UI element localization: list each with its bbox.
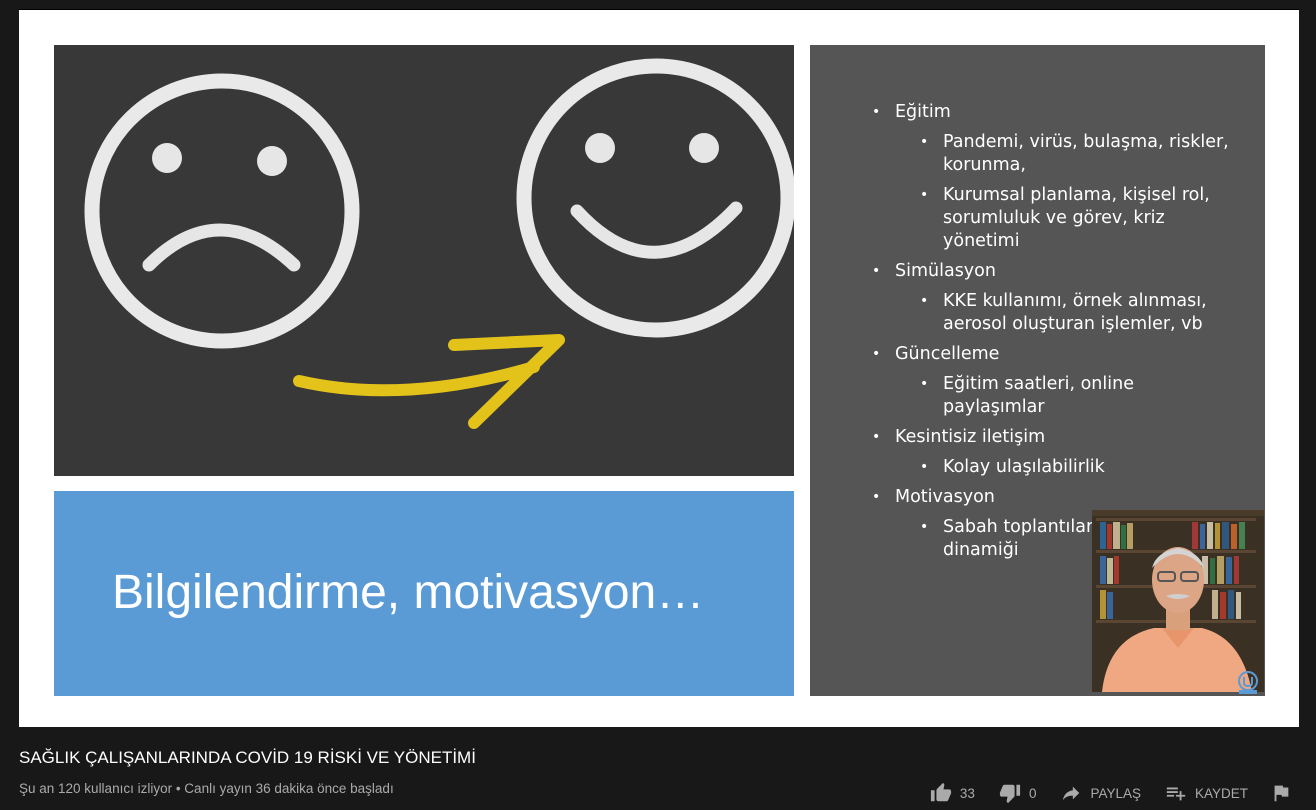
top-bar [0,0,1316,8]
presentation-slide: Bilgilendirme, motivasyon… Eğitim Pandem… [19,10,1299,727]
dislike-button[interactable]: 0 [999,782,1037,804]
like-button[interactable]: 33 [930,782,975,804]
share-arrow-icon [1063,786,1080,801]
sub-bullet-item: KKE kullanımı, örnek alınması, aerosol o… [872,290,1232,336]
bullet-list: Eğitim Pandemi, virüs, bulaşma, riskler,… [872,101,1232,569]
slide-caption: Bilgilendirme, motivasyon… [112,566,705,619]
video-title: SAĞLIK ÇALIŞANLARINDA COVİD 19 RİSKİ VE … [19,748,476,767]
presenter-webcam [1092,510,1264,692]
bullet-item: Güncelleme [872,343,1232,366]
sub-bullet-item: Pandemi, virüs, bulaşma, riskler, korunm… [872,131,1232,177]
sub-bullet-item: Kurumsal planlama, kişisel rol, sorumlul… [872,184,1232,253]
share-label: PAYLAŞ [1090,785,1141,801]
flag-icon [1274,785,1289,802]
video-actions: 33 0 PAYLAŞ KAYDET [906,780,1292,806]
video-meta: Şu an 120 kullanıcı izliyor • Canlı yayı… [19,781,394,796]
like-count: 33 [959,785,975,801]
dislike-count: 0 [1028,785,1037,801]
video-player[interactable]: Bilgilendirme, motivasyon… Eğitim Pandem… [19,9,1299,727]
bullet-item: Kesintisiz iletişim [872,426,1232,449]
bullet-item: Simülasyon [872,260,1232,283]
caption-box: Bilgilendirme, motivasyon… [54,491,794,696]
thumbs-up-icon [930,782,951,802]
report-button[interactable] [1270,782,1292,804]
bullet-item: Eğitim [872,101,1232,124]
save-label: KAYDET [1194,785,1248,801]
playlist-add-icon [1166,787,1186,801]
bullet-item: Motivasyon [872,486,1232,509]
chalkboard-smiley-image [54,45,794,476]
thumbs-down-icon [999,784,1021,804]
share-button[interactable]: PAYLAŞ [1060,782,1141,804]
sub-bullet-item: Kolay ulaşılabilirlik [872,456,1232,479]
sub-bullet-item: Eğitim saatleri, online paylaşımlar [872,373,1232,419]
channel-logo-icon [1232,668,1264,700]
save-button[interactable]: KAYDET [1165,782,1248,804]
